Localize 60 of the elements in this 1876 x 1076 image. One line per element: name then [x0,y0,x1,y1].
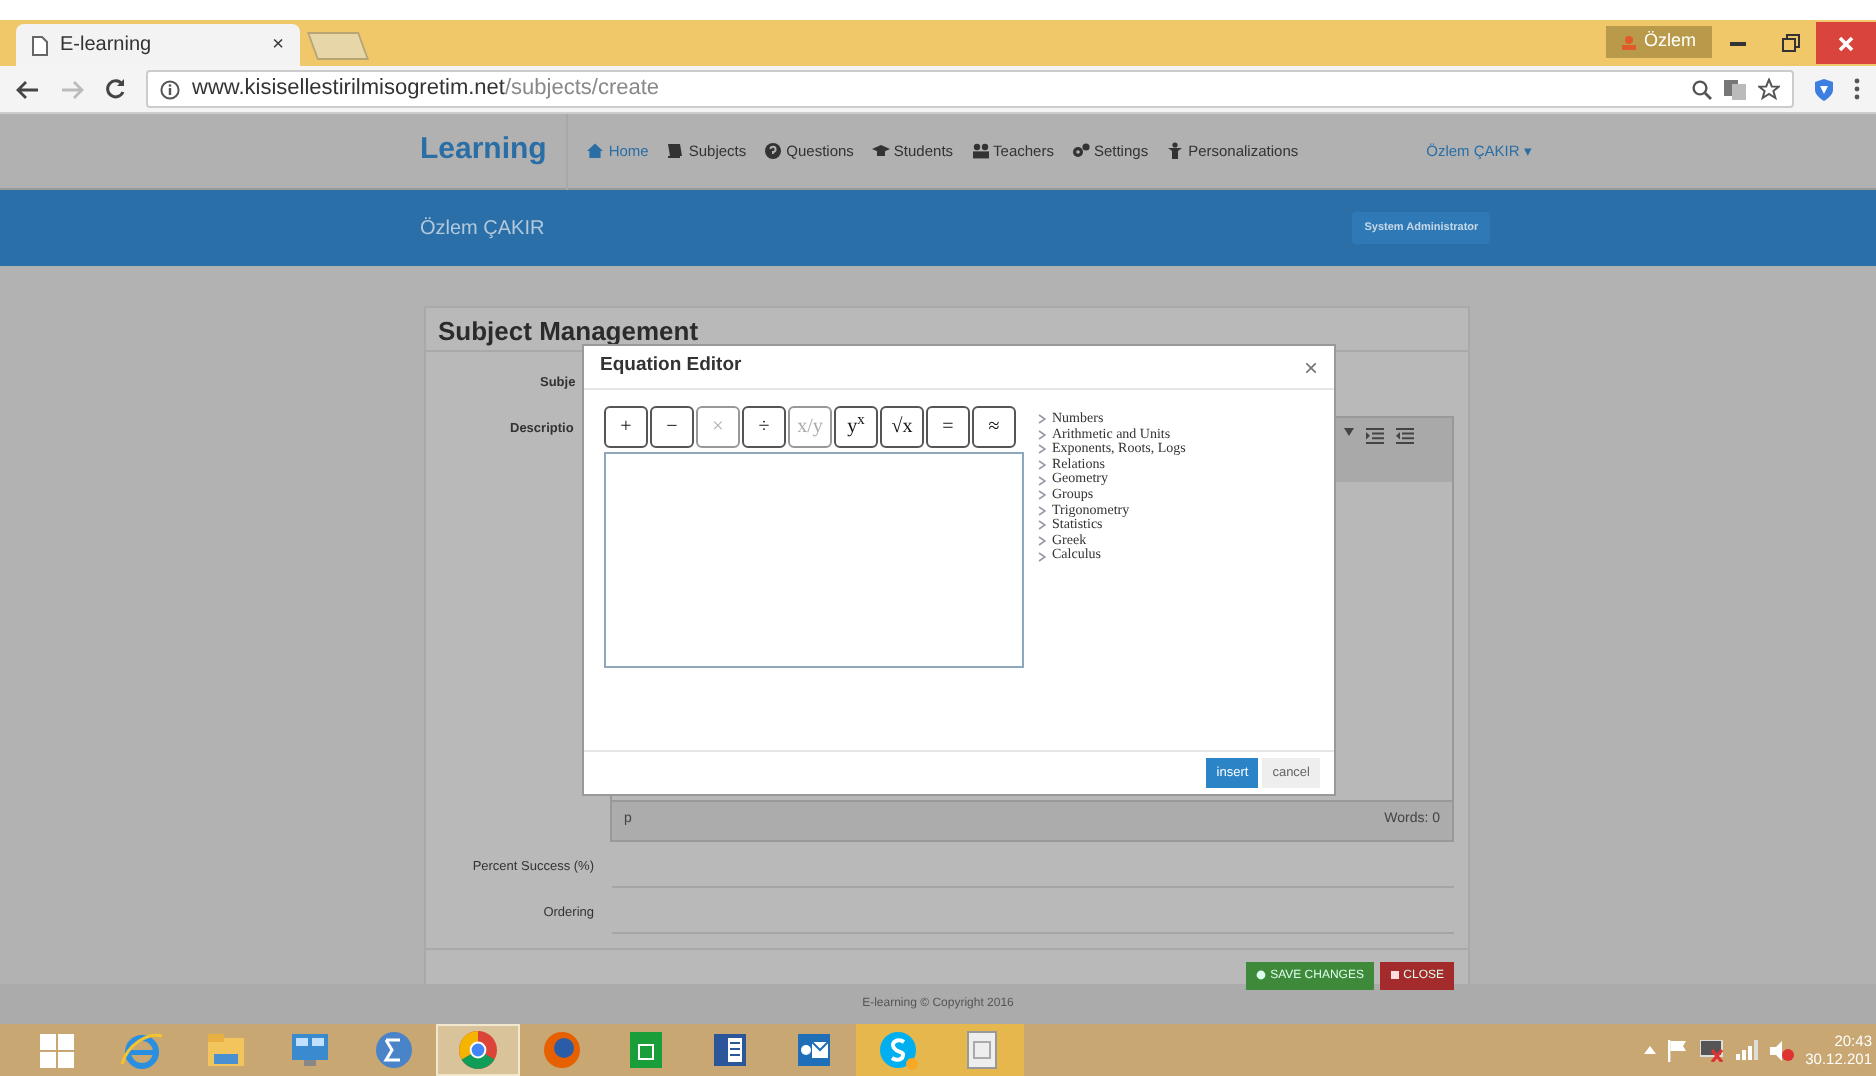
address-field[interactable]: www.kisisellestirilmisogretim.net/subjects/create [146,70,1794,108]
url-text: www.kisisellestirilmisogretim.net/subjects/create [192,74,660,105]
browser-tab[interactable]: E-learning × [16,24,300,66]
user-icon [1621,35,1636,49]
tab-close-button[interactable]: × [272,30,284,60]
star-icon[interactable] [1758,78,1780,100]
gears-icon [1071,142,1090,160]
firefox-icon[interactable] [540,1028,584,1072]
caret-icon[interactable] [1643,1046,1656,1054]
reload-icon[interactable] [104,78,126,100]
calculator-icon[interactable] [372,1028,416,1072]
symbol-button[interactable]: ÷ [742,406,786,448]
forward-icon[interactable] [60,79,84,99]
symbol-button[interactable]: y$^{x}$ [834,406,878,448]
word-icon[interactable] [708,1028,752,1072]
user-name: Özlem ÇAKIR [420,215,545,243]
symbol-button[interactable]: √x [880,406,924,448]
monitor-icon[interactable] [288,1028,332,1072]
close-icon [1389,969,1400,980]
browser-icon[interactable] [120,1028,164,1072]
menu-icon[interactable] [1854,78,1860,100]
indent-icon[interactable] [1366,428,1384,444]
check-circle-icon [1256,969,1267,980]
windows-icon[interactable] [36,1028,80,1072]
outdent-icon[interactable] [1396,428,1414,444]
close-button[interactable] [1816,22,1876,64]
skype-icon[interactable] [876,1028,920,1072]
translate-icon[interactable] [1724,79,1746,99]
symbol-button[interactable]: ≈ [972,406,1016,448]
users-icon [971,142,990,160]
symbol-button[interactable]: + [604,406,648,448]
home-icon [586,142,605,160]
outlook-icon[interactable] [792,1028,836,1072]
speaker-icon[interactable] [1769,1039,1794,1061]
figure-icon [1166,142,1185,160]
page-icon [32,35,48,55]
graduation-cap-icon [871,142,890,160]
book-icon [666,142,685,160]
question-icon [764,142,783,160]
equation-input[interactable] [604,452,1024,668]
network-icon[interactable] [1699,1039,1724,1061]
caret-icon[interactable] [1344,428,1354,436]
close-icon [1838,35,1854,51]
minimize-icon [1730,41,1746,45]
restore-icon [1781,34,1799,52]
info-icon [160,79,180,99]
symbol-button[interactable]: = [926,406,970,448]
chrome-icon[interactable] [456,1028,500,1072]
signal-icon[interactable] [1735,1040,1758,1060]
symbol-button[interactable]: − [650,406,694,448]
modal-title: Equation Editor [600,352,742,381]
store-icon[interactable] [624,1028,668,1072]
folder-icon[interactable] [204,1028,248,1072]
flag-icon[interactable] [1667,1039,1688,1061]
close-button[interactable]: × [1303,349,1318,385]
back-icon[interactable] [16,79,40,99]
tab-title: E-learning [60,32,154,60]
new-tab-button[interactable] [306,32,370,60]
zoom-icon[interactable] [1692,79,1712,99]
shield-icon[interactable] [1814,77,1834,101]
